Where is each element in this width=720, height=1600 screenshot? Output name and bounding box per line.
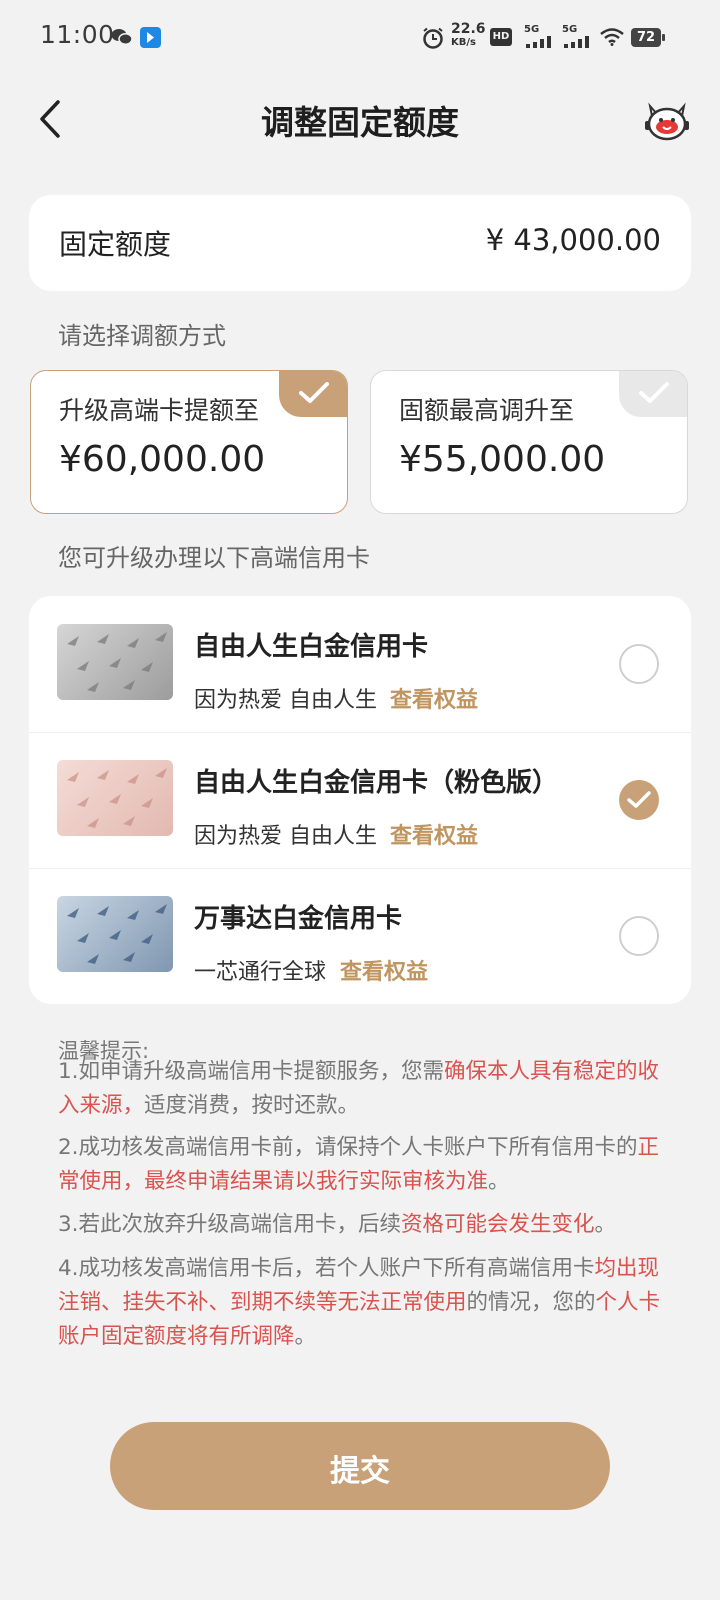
- net-speed: 22.6 KB/s: [451, 22, 486, 50]
- status-time: 11:00: [40, 20, 115, 49]
- option-selected-badge: [279, 371, 347, 417]
- fixed-limit-label: 固定额度: [59, 228, 172, 261]
- wifi-icon: [600, 28, 624, 46]
- tip-1: 1.如申请升级高端信用卡提额服务，您需确保本人具有稳定的收入来源，适度消费，按时…: [58, 1055, 668, 1123]
- signal-2-label: 5G: [562, 24, 578, 35]
- card-image: [57, 896, 173, 972]
- card-bird-pattern: [67, 632, 167, 692]
- mascot-icon: [645, 102, 689, 141]
- battery-icon: 72: [631, 28, 661, 47]
- card-list: 自由人生白金信用卡 因为热爱 自由人生 查看权益 自由人生白金信用卡（粉色版） …: [29, 596, 691, 1004]
- net-speed-unit: KB/s: [451, 37, 476, 48]
- tip-highlight: 资格可能会发生变化: [401, 1212, 595, 1237]
- option-value: ¥55,000.00: [399, 439, 606, 480]
- page-title: 调整固定额度: [261, 103, 459, 142]
- option-fixed-increase[interactable]: 固额最高调升至 ¥55,000.00: [370, 370, 688, 514]
- check-icon: [639, 382, 669, 403]
- hd-badge: HD: [490, 28, 512, 46]
- fixed-limit-card: 固定额度 ¥ 43,000.00: [29, 195, 691, 291]
- option-unselected-badge: [619, 371, 687, 417]
- tip-text: 的情况，您的: [466, 1290, 596, 1315]
- card-bird-pattern: [67, 904, 167, 964]
- tip-text: 2.成功核发高端信用卡前，请保持个人卡账户下所有信用卡的: [58, 1135, 638, 1160]
- alarm-icon: [423, 27, 443, 49]
- submit-button[interactable]: 提交: [110, 1422, 610, 1510]
- card-slogan: 一芯通行全球: [194, 960, 327, 985]
- fixed-limit-value: ¥ 43,000.00: [485, 223, 661, 257]
- option-title: 升级高端卡提额至: [59, 396, 260, 425]
- tip-text: 。: [488, 1169, 510, 1194]
- tip-text: 3.若此次放弃升级高端信用卡，后续: [58, 1212, 402, 1237]
- card-name: 自由人生白金信用卡: [194, 632, 429, 662]
- card-bird-pattern: [67, 768, 167, 828]
- card-image: [57, 624, 173, 700]
- card-name: 万事达白金信用卡: [194, 904, 403, 934]
- tip-text: 1.如申请升级高端信用卡提额服务，您需: [58, 1059, 445, 1084]
- view-benefits-link[interactable]: 查看权益: [390, 682, 478, 714]
- upgrade-section-label: 您可升级办理以下高端信用卡: [58, 544, 370, 572]
- method-section-label: 请选择调额方式: [58, 322, 226, 350]
- tip-text: 。: [294, 1324, 317, 1349]
- tip-2: 2.成功核发高端信用卡前，请保持个人卡账户下所有信用卡的正常使用，最终申请结果请…: [58, 1131, 668, 1199]
- option-upgrade-card[interactable]: 升级高端卡提额至 ¥60,000.00: [30, 370, 348, 514]
- radio-button-selected[interactable]: [619, 780, 659, 820]
- wechat-icon: [111, 29, 133, 45]
- app-notify-icon: [140, 27, 161, 48]
- submit-label: 提交: [330, 1454, 390, 1489]
- signal-1-icon: [526, 36, 551, 48]
- list-item-card-platinum[interactable]: 自由人生白金信用卡 因为热爱 自由人生 查看权益: [29, 596, 691, 732]
- net-speed-value: 22.6: [451, 21, 486, 37]
- customer-service-button[interactable]: [642, 96, 692, 146]
- option-title: 固额最高调升至: [399, 396, 575, 425]
- list-item-card-platinum-pink[interactable]: 自由人生白金信用卡（粉色版） 因为热爱 自由人生 查看权益: [29, 732, 691, 868]
- signal-1-label: 5G: [524, 24, 540, 35]
- tip-text: 4.成功核发高端信用卡后，若个人账户下所有高端信用卡: [58, 1256, 595, 1281]
- check-icon: [299, 382, 329, 403]
- radio-button[interactable]: [619, 644, 659, 684]
- card-slogan: 因为热爱 自由人生: [194, 824, 377, 849]
- battery-level: 72: [636, 30, 656, 45]
- list-item-card-mastercard[interactable]: 万事达白金信用卡 一芯通行全球 查看权益: [29, 868, 691, 1004]
- tip-text: 。: [594, 1212, 617, 1237]
- tip-text: 适度消费，按时还款。: [144, 1093, 360, 1118]
- option-value: ¥60,000.00: [59, 439, 266, 480]
- tip-3: 3.若此次放弃升级高端信用卡，后续资格可能会发生变化。: [58, 1208, 668, 1242]
- radio-button[interactable]: [619, 916, 659, 956]
- battery-tip: [662, 34, 665, 41]
- signal-2-icon: [564, 36, 589, 48]
- check-icon: [627, 791, 651, 808]
- card-slogan: 因为热爱 自由人生: [194, 688, 377, 713]
- card-image: [57, 760, 173, 836]
- view-benefits-link[interactable]: 查看权益: [390, 818, 478, 850]
- card-name: 自由人生白金信用卡（粉色版）: [194, 768, 559, 798]
- tip-4: 4.成功核发高端信用卡后，若个人账户下所有高端信用卡均出现注销、挂失不补、到期不…: [58, 1252, 668, 1354]
- view-benefits-link[interactable]: 查看权益: [340, 954, 428, 986]
- status-bar: 11:00 22.6 KB/s HD 5G 5G 72: [0, 0, 720, 76]
